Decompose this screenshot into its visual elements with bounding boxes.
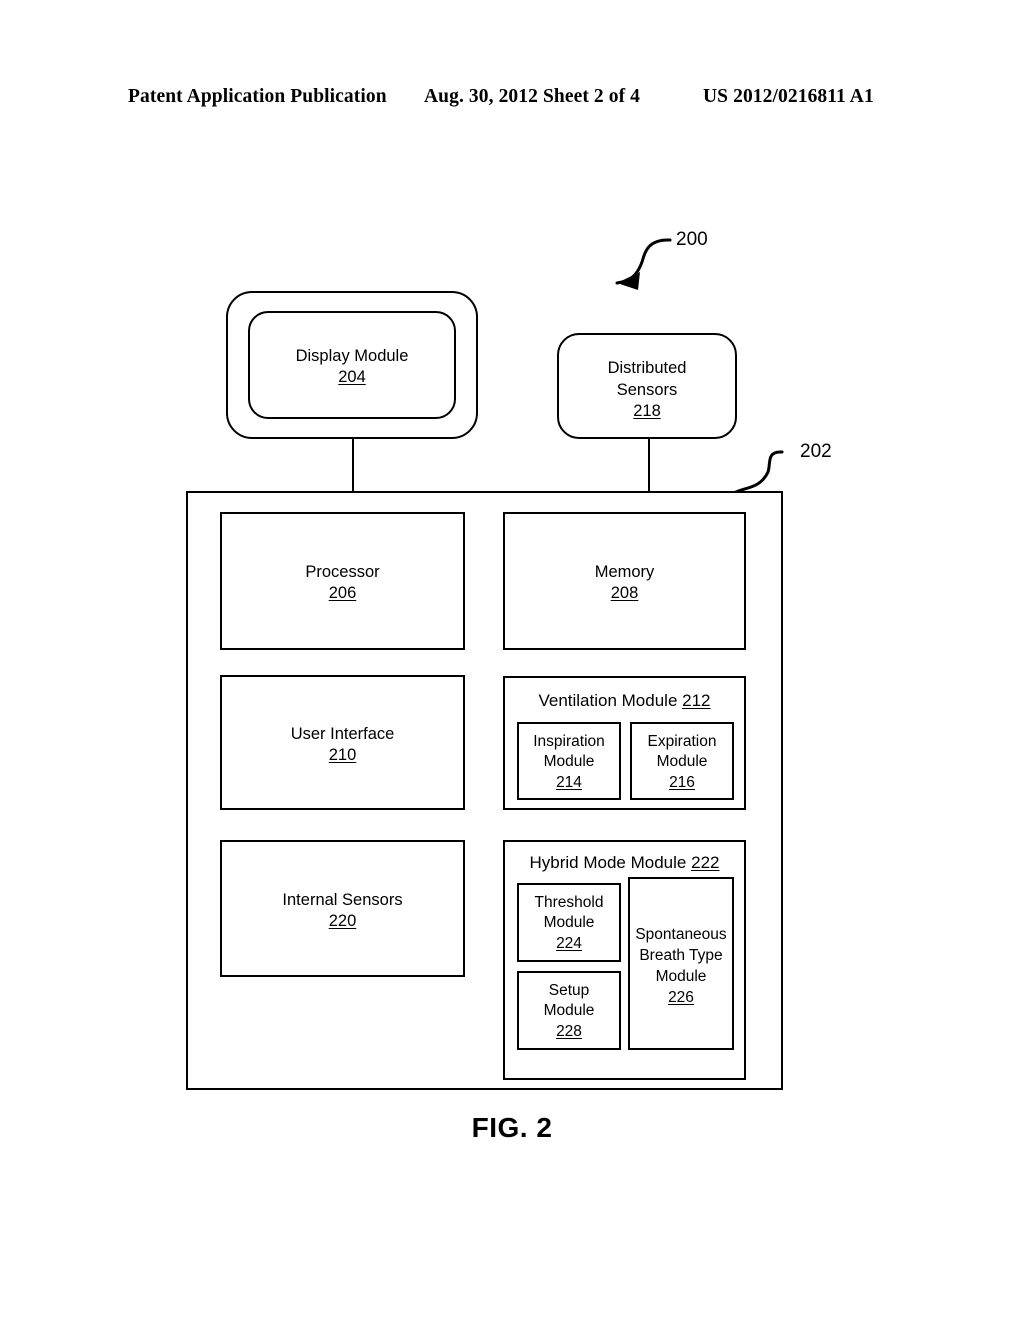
internal-sensors-block[interactable]: Internal Sensors 220 bbox=[220, 840, 465, 977]
processor-block[interactable]: Processor 206 bbox=[220, 512, 465, 650]
distributed-sensors-label: Distributed Sensors bbox=[607, 359, 687, 399]
ventilation-module-ref: 212 bbox=[682, 691, 711, 710]
expiration-module-label: Expiration Module bbox=[647, 733, 717, 770]
user-interface-block[interactable]: User Interface 210 bbox=[220, 675, 465, 810]
setup-module-ref: 228 bbox=[556, 1023, 582, 1040]
memory-ref: 208 bbox=[610, 584, 639, 602]
system-leader-arrowhead bbox=[617, 272, 640, 290]
controller-leader-line bbox=[732, 450, 784, 495]
internal-sensors-ref: 220 bbox=[328, 912, 357, 930]
spontaneous-breath-type-module-block[interactable]: Spontaneous Breath Type Module 226 bbox=[628, 877, 734, 1050]
header-publication-type: Patent Application Publication bbox=[128, 86, 387, 107]
distributed-sensors-connector bbox=[648, 439, 650, 492]
processor-label: Processor bbox=[305, 563, 380, 581]
publication-header: Patent Application Publication Aug. 30, … bbox=[0, 86, 1024, 116]
user-interface-label: User Interface bbox=[290, 725, 395, 743]
display-module[interactable]: Display Module 204 bbox=[248, 311, 456, 419]
expiration-module-block[interactable]: Expiration Module 216 bbox=[630, 722, 734, 800]
ref-number-202: 202 bbox=[800, 441, 832, 462]
hybrid-mode-module-ref: 222 bbox=[691, 853, 720, 872]
header-publication-number: US 2012/0216811 A1 bbox=[703, 86, 874, 107]
threshold-module-label: Threshold Module bbox=[534, 894, 604, 931]
setup-module-label: Setup Module bbox=[543, 982, 595, 1019]
distributed-sensors-ref: 218 bbox=[633, 402, 661, 420]
system-leader-line bbox=[615, 238, 672, 285]
inspiration-module-label: Inspiration Module bbox=[533, 733, 605, 770]
expiration-module-ref: 216 bbox=[669, 774, 695, 791]
distributed-sensors[interactable]: Distributed Sensors 218 bbox=[557, 333, 737, 439]
hybrid-mode-module-title: Hybrid Mode Module 222 bbox=[505, 852, 744, 873]
patent-figure-page: Patent Application Publication Aug. 30, … bbox=[0, 0, 1024, 1320]
user-interface-ref: 210 bbox=[328, 746, 357, 764]
memory-label: Memory bbox=[594, 563, 655, 581]
inspiration-module-block[interactable]: Inspiration Module 214 bbox=[517, 722, 621, 800]
display-module-ref: 204 bbox=[338, 368, 366, 386]
setup-module-block[interactable]: Setup Module 228 bbox=[517, 971, 621, 1050]
ventilation-module-title: Ventilation Module 212 bbox=[505, 690, 744, 711]
figure-caption: FIG. 2 bbox=[471, 1112, 553, 1143]
internal-sensors-label: Internal Sensors bbox=[282, 891, 403, 909]
threshold-module-ref: 224 bbox=[556, 935, 582, 952]
ventilation-module-group[interactable]: Ventilation Module 212 Inspiration Modul… bbox=[503, 676, 746, 810]
processor-ref: 206 bbox=[328, 584, 357, 602]
threshold-module-block[interactable]: Threshold Module 224 bbox=[517, 883, 621, 962]
display-module-connector bbox=[352, 439, 354, 492]
spontaneous-breath-type-module-label: Spontaneous Breath Type Module bbox=[635, 926, 727, 985]
hybrid-mode-module-label: Hybrid Mode Module bbox=[529, 853, 687, 872]
ref-number-200: 200 bbox=[676, 229, 708, 250]
spontaneous-breath-type-module-ref: 226 bbox=[668, 989, 694, 1006]
inspiration-module-ref: 214 bbox=[556, 774, 582, 791]
memory-block[interactable]: Memory 208 bbox=[503, 512, 746, 650]
hybrid-mode-module-group[interactable]: Hybrid Mode Module 222 Threshold Module … bbox=[503, 840, 746, 1080]
header-date-sheet: Aug. 30, 2012 Sheet 2 of 4 bbox=[424, 86, 641, 107]
ventilation-module-label: Ventilation Module bbox=[538, 691, 678, 710]
display-module-label: Display Module bbox=[295, 347, 409, 365]
